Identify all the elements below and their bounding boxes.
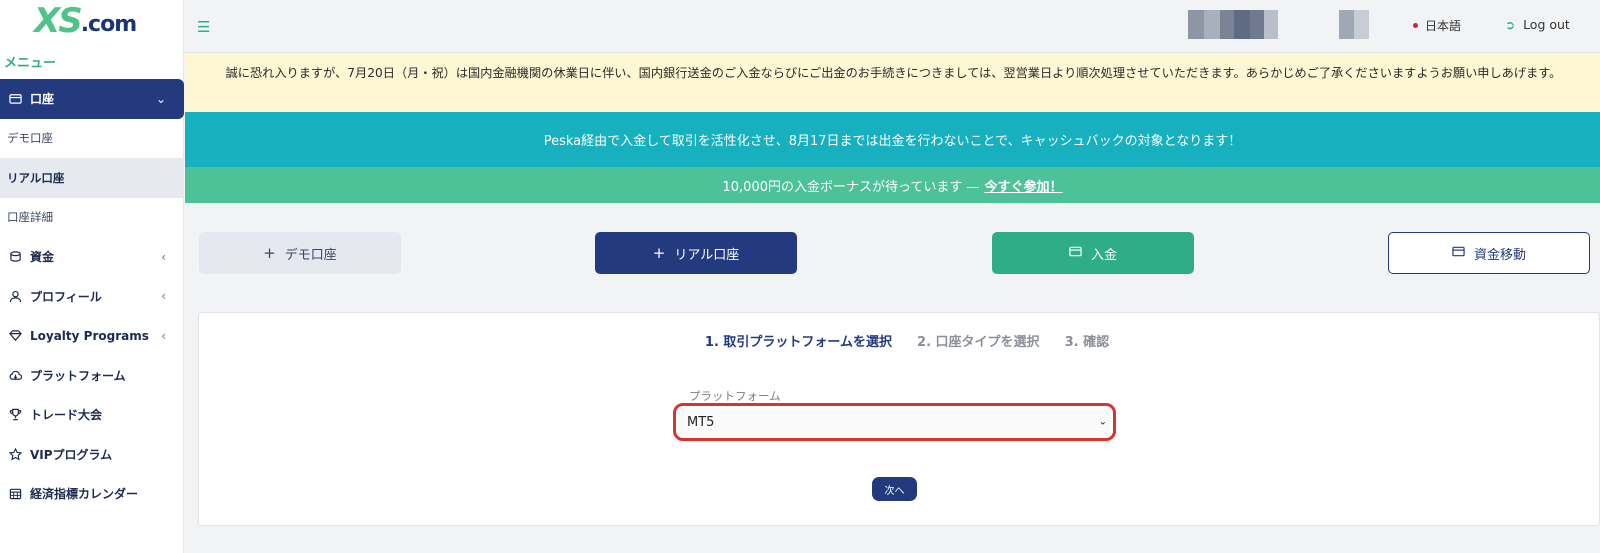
sidebar-item-calendar[interactable]: 経済指標カレンダー — [0, 474, 184, 514]
language-label: 日本語 — [1425, 19, 1462, 33]
avatar[interactable] — [1339, 10, 1369, 39]
plus-icon: + — [263, 244, 276, 262]
wizard-steps: 1. 取引プラットフォームを選択 2. 口座タイプを選択 3. 確認 — [199, 331, 1599, 350]
sidebar-item-platform[interactable]: プラットフォーム — [0, 356, 184, 396]
add-real-account-button[interactable]: + リアル口座 — [595, 232, 797, 274]
logo-com: .com — [80, 12, 137, 37]
star-icon — [8, 447, 22, 461]
sidebar-item-label: 資金 — [30, 250, 55, 265]
bonus-text: 10,000円の入金ボーナスが待っています — — [722, 179, 980, 195]
chevron-left-icon: ‹ — [161, 289, 166, 304]
peska-promo-banner: Peska経由で入金して取引を活性化させ、8月17日までは出金を行わないことで、… — [185, 112, 1600, 167]
platform-select-value: MT5 — [687, 414, 715, 430]
hamburger-menu-icon[interactable]: ☰ — [197, 18, 210, 36]
next-button[interactable]: 次へ — [872, 477, 917, 501]
chevron-down-icon: ⌄ — [1098, 416, 1107, 428]
sidebar-subitem-real[interactable]: リアル口座 — [0, 158, 184, 198]
sidebar-subitem-label: 口座詳細 — [7, 210, 53, 225]
japan-flag-icon — [1413, 23, 1418, 28]
button-label: 資金移動 — [1473, 247, 1526, 263]
sidebar-item-profile[interactable]: プロフィール ‹ — [0, 277, 184, 317]
user-icon — [8, 289, 22, 303]
sidebar-item-label: プロフィール — [30, 289, 102, 304]
deposit-button[interactable]: 入金 — [992, 232, 1194, 274]
chevron-down-icon: ⌄ — [155, 91, 166, 106]
logout-label: Log out — [1523, 17, 1570, 32]
wizard-step-2: 2. 口座タイプを選択 — [917, 335, 1040, 350]
sidebar-subitem-demo[interactable]: デモ口座 — [0, 119, 184, 159]
chevron-left-icon: ‹ — [161, 249, 166, 264]
peska-text: Peska経由で入金して取引を活性化させ、8月17日までは出金を行わないことで、… — [543, 134, 1242, 149]
button-label: 入金 — [1090, 247, 1117, 263]
sidebar-subitem-details[interactable]: 口座詳細 — [0, 198, 184, 238]
cloud-download-icon — [8, 368, 22, 382]
language-selector[interactable]: 日本語 — [1413, 17, 1461, 34]
logo-xs: XS — [34, 1, 83, 41]
coins-icon — [8, 250, 22, 264]
chevron-left-icon: ‹ — [161, 328, 166, 343]
sidebar-item-label: Loyalty Programs — [30, 328, 149, 343]
credit-card-icon — [1069, 244, 1082, 262]
credit-card-icon — [1452, 244, 1465, 262]
sidebar-item-label: トレード大会 — [30, 408, 103, 423]
wizard-step-1: 1. 取引プラットフォームを選択 — [704, 335, 893, 350]
brand-logo[interactable]: XS .com — [34, 0, 137, 41]
notice-text: 誠に恐れ入りますが、7月20日（月・祝）は国内金融機関の休業日に伴い、国内銀行送… — [225, 66, 1562, 80]
wallet-icon — [8, 92, 22, 106]
sidebar-item-label: 口座 — [30, 92, 55, 107]
platform-field-label: プラットフォーム — [689, 389, 781, 403]
sidebar-subitem-label: リアル口座 — [7, 170, 65, 185]
sidebar-item-contest[interactable]: トレード大会 — [0, 395, 184, 435]
holiday-notice-banner: 誠に恐れ入りますが、7月20日（月・祝）は国内金融機関の休業日に伴い、国内銀行送… — [185, 54, 1600, 112]
sidebar-nav: 口座 ⌄ デモ口座 リアル口座 口座詳細 資金 ‹ プロフィール ‹ Loyal… — [0, 79, 184, 514]
sidebar-item-label: VIPプログラム — [30, 447, 113, 462]
platform-select[interactable]: MT5 ⌄ — [678, 408, 1111, 436]
top-header: ☰ 日本語 ➲ Log out — [185, 0, 1600, 53]
add-demo-account-button[interactable]: + デモ口座 — [199, 232, 401, 274]
logout-button[interactable]: ➲ Log out — [1505, 17, 1570, 32]
sidebar-item-account[interactable]: 口座 ⌄ — [0, 79, 184, 119]
transfer-funds-button[interactable]: 資金移動 — [1388, 232, 1590, 274]
wizard-step-3: 3. 確認 — [1064, 335, 1110, 350]
button-label: デモ口座 — [284, 247, 337, 263]
sidebar-subitem-label: デモ口座 — [7, 131, 53, 146]
sidebar-item-label: 経済指標カレンダー — [30, 487, 139, 502]
sidebar-item-loyalty[interactable]: Loyalty Programs ‹ — [0, 316, 184, 356]
platform-select-highlight: MT5 ⌄ — [673, 403, 1116, 441]
sidebar: XS .com メニュー 口座 ⌄ デモ口座 リアル口座 口座詳細 資金 ‹ プ… — [0, 0, 184, 553]
bonus-promo-banner: 10,000円の入金ボーナスが待っています — 今すぐ参加！ — [185, 167, 1600, 203]
sidebar-item-funds[interactable]: 資金 ‹ — [0, 237, 184, 277]
calendar-icon — [8, 487, 22, 501]
account-info-redacted — [1188, 10, 1278, 39]
join-now-link[interactable]: 今すぐ参加！ — [984, 176, 1062, 195]
plus-icon: + — [652, 244, 666, 262]
diamond-icon — [8, 329, 22, 343]
trophy-icon — [8, 408, 22, 422]
logout-icon: ➲ — [1505, 17, 1516, 32]
menu-title: メニュー — [4, 56, 57, 71]
sidebar-item-label: プラットフォーム — [30, 368, 126, 383]
account-wizard-card: 1. 取引プラットフォームを選択 2. 口座タイプを選択 3. 確認 プラットフ… — [198, 312, 1600, 526]
sidebar-item-vip[interactable]: VIPプログラム — [0, 435, 184, 475]
button-label: リアル口座 — [674, 247, 740, 263]
